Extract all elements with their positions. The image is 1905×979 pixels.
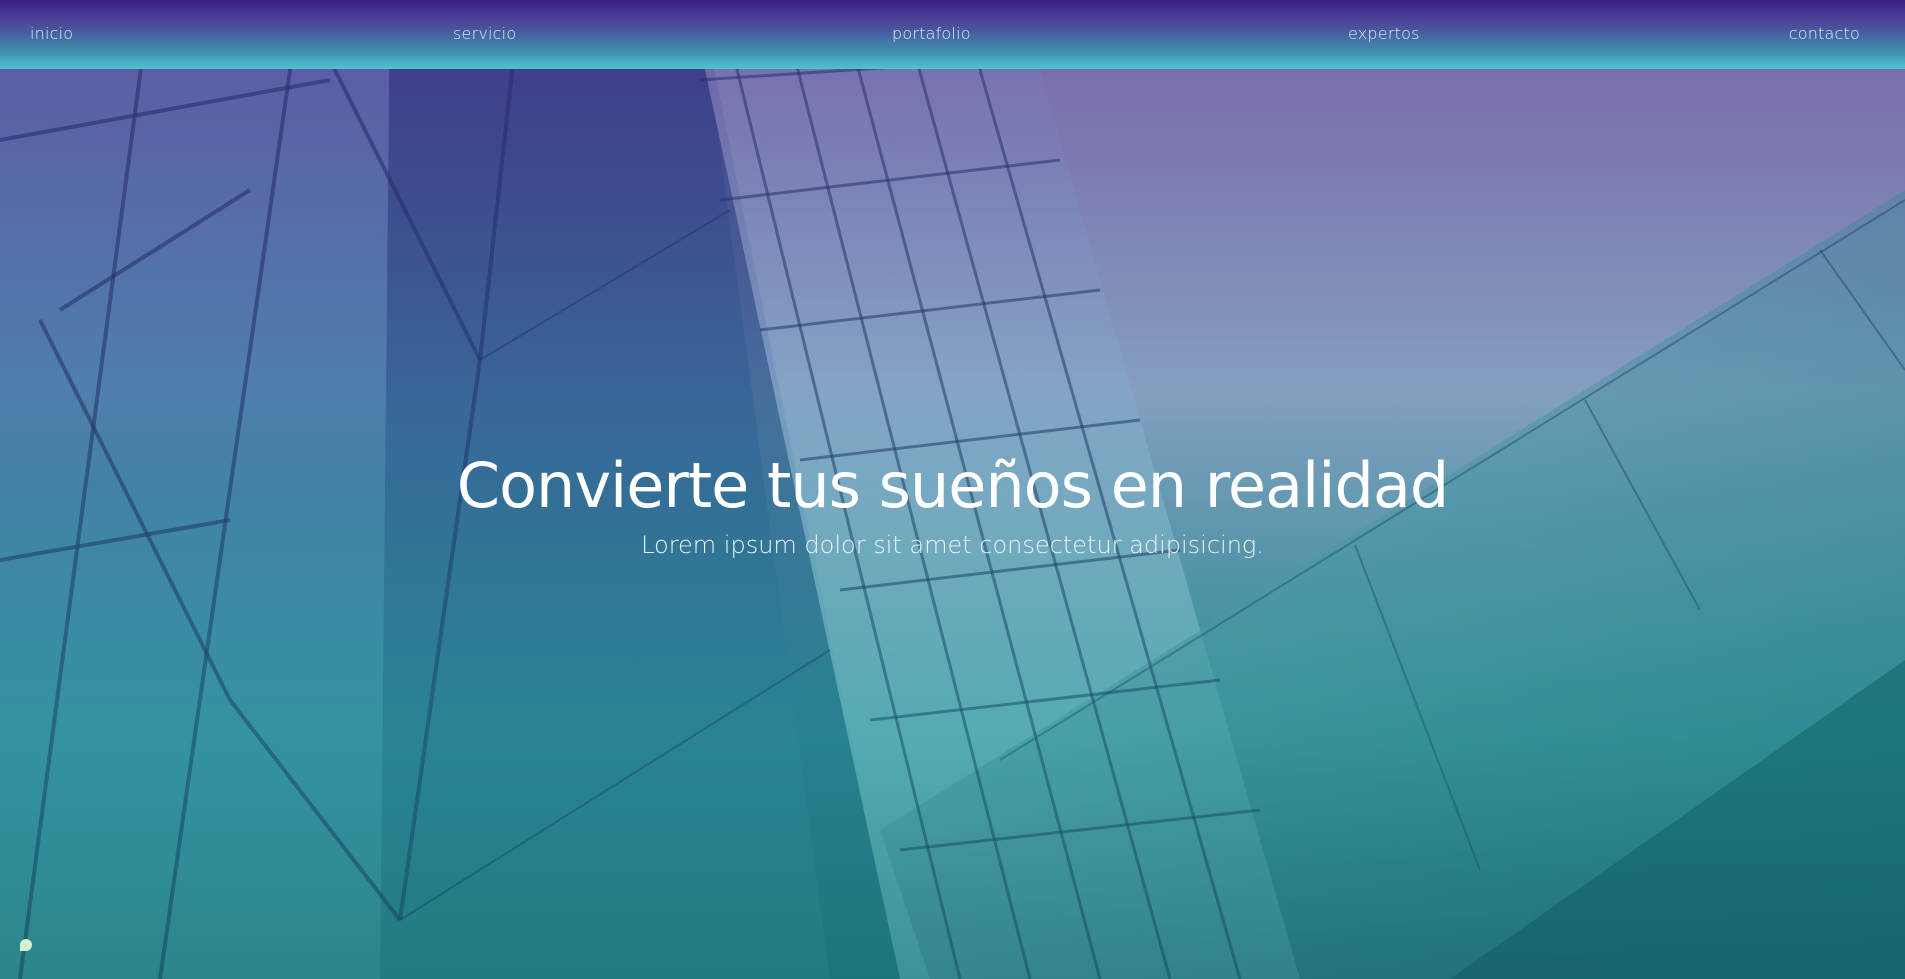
- hero-title: Convierte tus sueños en realidad: [456, 449, 1449, 522]
- top-navigation-bar: inicio servicio portafolio expertos cont…: [0, 0, 1905, 69]
- leaf-icon: [20, 939, 32, 951]
- nav-link-contacto[interactable]: contacto: [1789, 24, 1860, 43]
- hero-subtitle: Lorem ipsum dolor sit amet consectetur a…: [641, 531, 1264, 559]
- nav-link-portafolio[interactable]: portafolio: [892, 24, 971, 43]
- hero-section: inicio servicio portafolio expertos cont…: [0, 0, 1905, 979]
- nav-link-inicio[interactable]: inicio: [30, 24, 73, 43]
- hero-content: Convierte tus sueños en realidad Lorem i…: [0, 446, 1905, 562]
- nav-link-expertos[interactable]: expertos: [1348, 24, 1420, 43]
- nav-link-servicio[interactable]: servicio: [453, 24, 516, 43]
